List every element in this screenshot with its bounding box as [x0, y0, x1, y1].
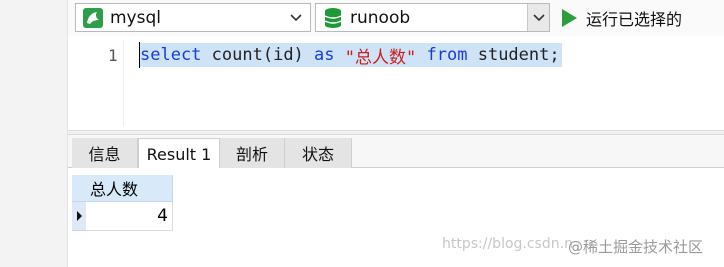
- tab-result-1[interactable]: Result 1: [138, 138, 220, 169]
- keyword-as: as: [314, 45, 335, 65]
- watermark-url: https://blog.csdn.n: [442, 236, 573, 252]
- tab-profile[interactable]: 剖析: [220, 138, 285, 168]
- line-gutter: 1: [68, 36, 123, 130]
- string-alias: "总人数": [344, 47, 417, 68]
- left-panel: [0, 0, 68, 267]
- sql-editor[interactable]: 1 select count(id) as "总人数" from student…: [68, 36, 724, 130]
- result-tabs: 信息 Result 1 剖析 状态: [68, 135, 724, 169]
- code-line[interactable]: select count(id) as "总人数" from student;: [140, 43, 562, 68]
- connection-select[interactable]: mysql: [75, 3, 311, 32]
- text-cursor: [139, 42, 140, 68]
- grid-corner: [72, 175, 86, 202]
- query-toolbar: mysql runoob 运行已选择的: [68, 0, 724, 36]
- column-header[interactable]: 总人数: [86, 175, 173, 202]
- database-icon: [322, 7, 344, 29]
- gutter-divider: [123, 40, 124, 126]
- row-indicator[interactable]: [72, 202, 86, 231]
- table-name: student;: [477, 45, 560, 65]
- tab-status[interactable]: 状态: [285, 138, 352, 168]
- tab-info[interactable]: 信息: [72, 138, 138, 168]
- connection-value: mysql: [110, 7, 161, 28]
- play-icon: [562, 8, 577, 27]
- table-cell[interactable]: 4: [86, 202, 173, 231]
- chevron-down-icon[interactable]: [527, 4, 549, 31]
- mysql-dolphin-icon: [82, 7, 104, 29]
- line-number: 1: [108, 46, 118, 65]
- keyword-from: from: [426, 45, 468, 65]
- chevron-down-icon[interactable]: [288, 10, 304, 26]
- keyword-select: select: [140, 45, 202, 65]
- function-count: count(id): [211, 45, 304, 65]
- database-select[interactable]: runoob: [315, 3, 550, 32]
- database-value: runoob: [350, 7, 411, 28]
- watermark-brand: @稀土掘金技术社区: [568, 238, 704, 256]
- run-selected-label: 运行已选择的: [586, 9, 683, 29]
- current-row-arrow-icon: [76, 211, 82, 221]
- run-selected-button[interactable]: 运行已选择的: [558, 3, 686, 32]
